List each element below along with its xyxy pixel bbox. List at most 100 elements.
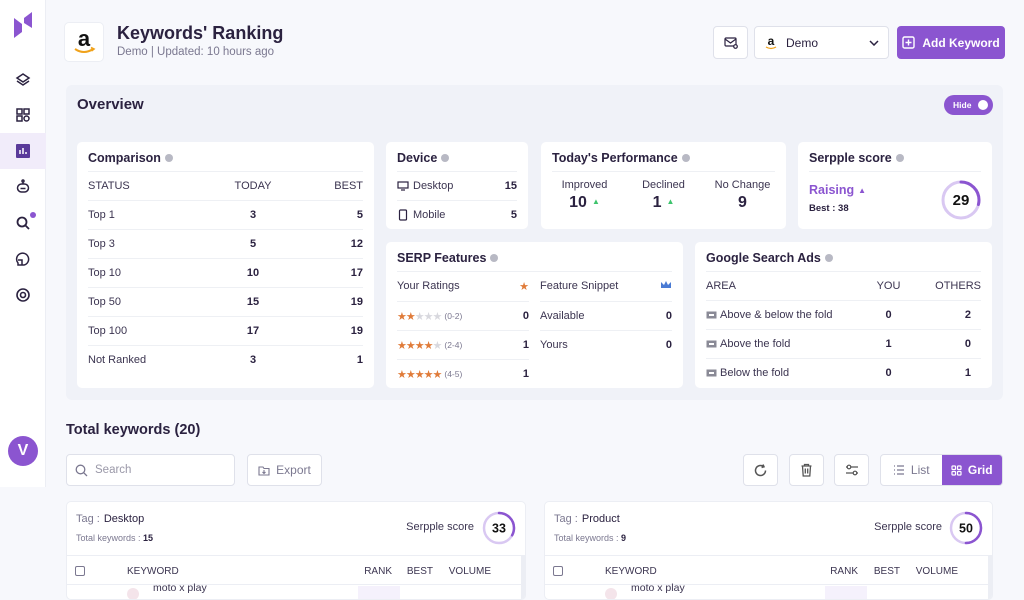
today-value: 3 <box>249 209 257 221</box>
sidebar-item-bot[interactable] <box>0 169 46 205</box>
up-arrow-icon: ▲ <box>591 197 600 206</box>
sidebar-item-settings[interactable] <box>0 277 46 313</box>
tag-card: Tag : Desktop Total keywords : 15 Serpple… <box>66 501 526 600</box>
delete-button[interactable] <box>789 454 824 486</box>
svg-text:a: a <box>768 35 775 48</box>
status-label: Top 100 <box>88 325 128 337</box>
app-logo[interactable] <box>14 12 32 38</box>
keyword-row[interactable]: moto x play <box>67 582 525 599</box>
export-button[interactable]: Export <box>247 454 322 486</box>
col-rank: RANK <box>364 566 392 577</box>
best-value: 19 <box>350 296 363 308</box>
stars-icon: ★★★★★ <box>397 310 442 323</box>
total-keywords-value: 15 <box>143 533 154 543</box>
list-view-button[interactable]: List <box>881 455 942 485</box>
device-row: Mobile 5 <box>397 200 517 229</box>
account-select[interactable]: a Demo <box>754 26 889 59</box>
filter-settings-button[interactable] <box>834 454 869 486</box>
rating-range: (0-2) <box>444 311 463 321</box>
desktop-icon <box>397 181 409 191</box>
performance-value: 1 <box>652 194 662 211</box>
tag-score-ring: 33 <box>482 511 516 545</box>
keyword-table-header: KEYWORD RANK BEST VOLUME <box>545 555 992 585</box>
ads-row: Below the fold 0 1 <box>706 358 981 387</box>
search-input[interactable]: Search <box>66 454 235 486</box>
device-card: Device Desktop 15 Mobile 5 <box>386 142 528 229</box>
info-icon[interactable] <box>895 154 904 162</box>
keyword-favicon <box>127 588 139 599</box>
col-best: BEST <box>334 180 363 192</box>
toggle-knob <box>978 100 988 110</box>
page-title: Keywords' Ranking <box>117 23 284 43</box>
info-icon[interactable] <box>164 154 173 162</box>
star-icon: ★ <box>519 281 529 293</box>
rating-row: ★★★★★ (4-5) 1 <box>397 359 529 388</box>
keyword-text[interactable]: moto x play <box>153 582 207 594</box>
search-icon <box>16 216 30 230</box>
info-icon[interactable] <box>441 154 450 162</box>
user-avatar[interactable]: V <box>8 436 38 466</box>
performance-card: Today's Performance Improved 10 ▲ Declined… <box>541 142 786 229</box>
keyword-text[interactable]: moto x play <box>631 582 685 594</box>
tag-value: Product <box>581 513 620 525</box>
performance-title: Today's Performance <box>552 151 678 165</box>
serp-features-title: SERP Features <box>397 251 487 265</box>
performance-label: No Change <box>714 179 771 191</box>
sidebar-item-search[interactable] <box>0 205 46 241</box>
plus-square-icon <box>902 36 916 49</box>
device-row: Desktop 15 <box>397 171 517 200</box>
device-value: 15 <box>504 180 517 192</box>
sidebar-item-rankings[interactable] <box>0 133 46 169</box>
info-icon[interactable] <box>824 254 833 262</box>
total-keywords-label: Total keywords : <box>554 533 619 543</box>
serpple-score-card: Serpple score Raising ▲ Best : 38 29 <box>798 142 992 229</box>
rating-value: 1 <box>522 339 529 351</box>
serpple-best: Best : 38 <box>809 203 849 214</box>
select-all-checkbox[interactable] <box>553 566 563 576</box>
status-label: Top 3 <box>88 238 115 250</box>
sidebar-item-layers[interactable] <box>0 62 46 98</box>
rating-range: (2-4) <box>444 340 463 350</box>
overview-title: Overview <box>77 96 144 113</box>
rating-value: 1 <box>522 368 529 380</box>
comparison-row: Top 10 10 17 <box>88 258 363 287</box>
grid-icon <box>16 108 30 122</box>
sidebar-item-dashboard[interactable] <box>0 97 46 133</box>
device-label: Desktop <box>413 180 454 192</box>
sliders-icon <box>845 464 858 476</box>
info-icon[interactable] <box>681 154 690 162</box>
amazon-icon: a <box>74 28 96 53</box>
bar-chart-icon <box>16 144 30 158</box>
serpple-score-value: 29 <box>953 192 970 209</box>
col-others: OTHERS <box>935 280 981 292</box>
grid-view-button[interactable]: Grid <box>941 455 1002 485</box>
mail-settings-icon <box>723 36 738 49</box>
sidebar: V <box>0 0 46 487</box>
select-all-checkbox[interactable] <box>75 566 85 576</box>
hide-overview-toggle[interactable]: Hide <box>944 95 993 115</box>
status-label: Top 1 <box>88 209 115 221</box>
keyword-row[interactable]: moto x play <box>545 582 992 599</box>
email-settings-button[interactable] <box>713 26 748 59</box>
today-value: 17 <box>246 325 260 337</box>
refresh-button[interactable] <box>743 454 778 486</box>
performance-item: Declined 1 ▲ <box>624 179 703 212</box>
ads-area: Below the fold <box>720 367 790 379</box>
crown-icon <box>661 281 671 288</box>
sidebar-item-reports[interactable] <box>0 241 46 277</box>
serp-features-card: SERP Features Your Ratings ★ ★★★★★ (0-2) … <box>386 242 683 388</box>
add-keyword-button[interactable]: Add Keyword <box>897 26 1005 59</box>
info-icon[interactable] <box>490 254 499 262</box>
overview-panel: Overview Hide Comparison STATUS TODAY BE… <box>66 85 1003 400</box>
ads-others: 0 <box>964 338 971 350</box>
best-value: 12 <box>350 238 363 250</box>
grid-icon <box>951 464 962 476</box>
snippet-row: Available 0 <box>540 301 672 330</box>
total-keywords-label: Total keywords : <box>76 533 141 543</box>
robot-icon <box>16 179 30 193</box>
snippet-label: Feature Snippet <box>540 280 619 292</box>
snippet-label: Yours <box>540 339 568 351</box>
up-arrow-icon: ▲ <box>858 185 867 195</box>
snippet-label: Available <box>540 310 585 322</box>
keyword-favicon <box>605 588 617 599</box>
